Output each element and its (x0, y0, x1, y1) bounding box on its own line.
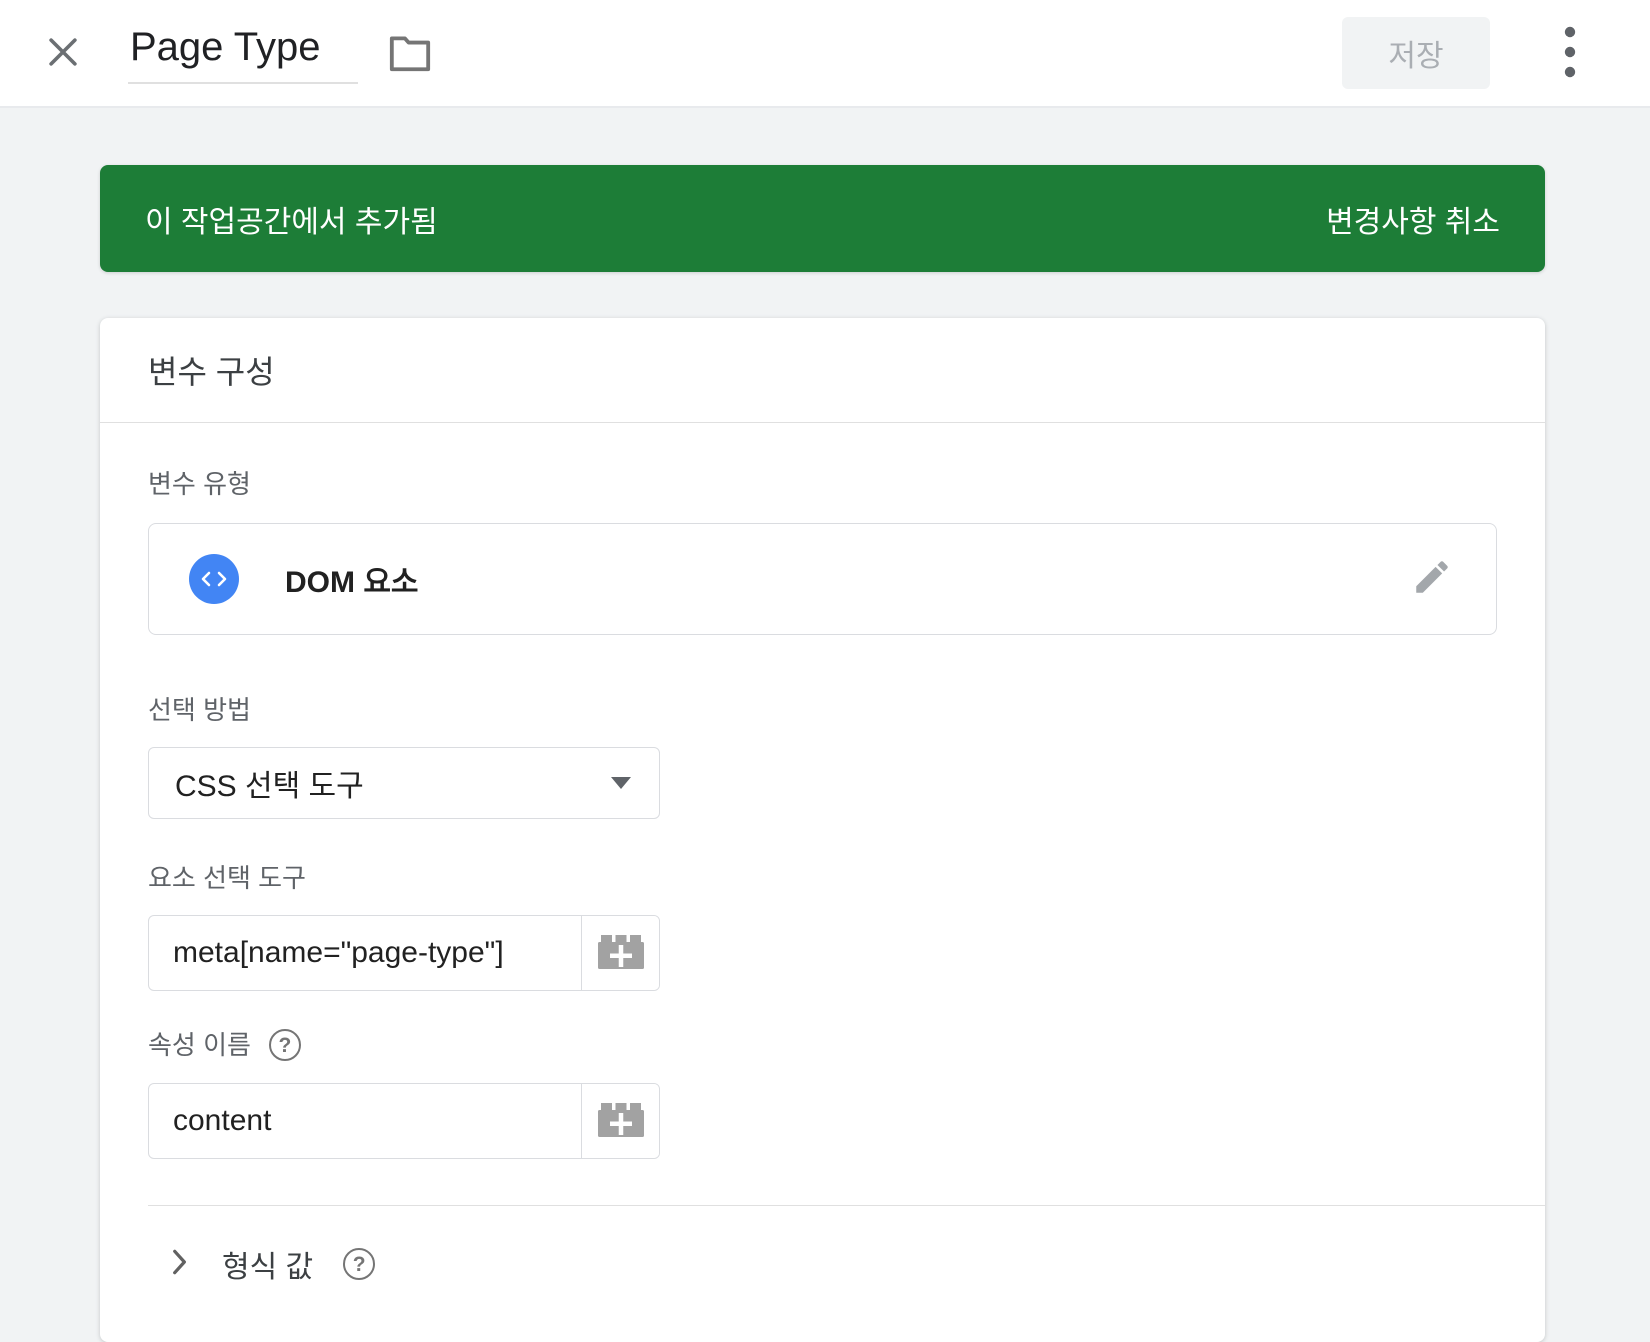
lego-brick-plus-icon (598, 1102, 644, 1141)
variable-type-label: 변수 유형 (148, 469, 1497, 499)
lego-brick-plus-icon (598, 934, 644, 973)
save-button[interactable]: 저장 (1342, 17, 1490, 89)
banner-message: 이 작업공간에서 추가됨 (145, 197, 438, 241)
variable-configuration-card: 변수 구성 변수 유형 DOM 요소 (100, 318, 1545, 1342)
close-button[interactable] (40, 30, 86, 76)
divider (148, 1205, 1545, 1206)
variable-type-value: DOM 요소 (285, 557, 419, 601)
variable-picker-button[interactable] (581, 1084, 659, 1158)
attribute-name-label: 속성 이름 (148, 1030, 251, 1060)
attribute-name-input[interactable] (149, 1084, 581, 1158)
divider (100, 422, 1545, 423)
element-selector-input[interactable] (149, 916, 581, 990)
chevron-right-icon (166, 1247, 192, 1282)
element-selector-label: 요소 선택 도구 (148, 863, 1497, 893)
variable-picker-button[interactable] (581, 916, 659, 990)
pencil-icon (1411, 556, 1453, 603)
added-banner: 이 작업공간에서 추가됨 변경사항 취소 (100, 165, 1545, 272)
card-title: 변수 구성 (148, 347, 275, 393)
close-icon (44, 33, 82, 74)
selection-method-value: CSS 선택 도구 (175, 761, 364, 805)
help-icon[interactable]: ? (343, 1248, 375, 1280)
main-content: 이 작업공간에서 추가됨 변경사항 취소 변수 구성 변수 유형 DOM 요소 (0, 108, 1650, 1342)
variable-type-box[interactable]: DOM 요소 (148, 523, 1497, 635)
variable-name-input[interactable] (128, 23, 358, 84)
card-title-row: 변수 구성 (100, 318, 1545, 422)
card-body: 변수 유형 DOM 요소 선택 방법 (100, 469, 1545, 1159)
kebab-menu-icon (1564, 25, 1576, 82)
discard-changes-link[interactable]: 변경사항 취소 (1326, 197, 1500, 241)
format-value-label: 형식 값 (222, 1242, 313, 1286)
edit-variable-type-button[interactable] (1408, 555, 1456, 603)
selection-method-label: 선택 방법 (148, 695, 1497, 725)
more-menu-button[interactable] (1548, 21, 1592, 85)
help-icon[interactable]: ? (269, 1029, 301, 1061)
element-selector-field (148, 915, 660, 991)
dom-element-icon (189, 554, 239, 604)
folder-button[interactable] (384, 27, 436, 79)
format-value-toggle[interactable]: 형식 값 ? (100, 1236, 1545, 1292)
attribute-name-field (148, 1083, 660, 1159)
chevron-down-icon (611, 777, 631, 789)
selection-method-dropdown[interactable]: CSS 선택 도구 (148, 747, 660, 819)
attribute-name-label-row: 속성 이름 ? (148, 1029, 1497, 1061)
top-bar: 저장 (0, 0, 1650, 108)
folder-icon (388, 32, 432, 75)
